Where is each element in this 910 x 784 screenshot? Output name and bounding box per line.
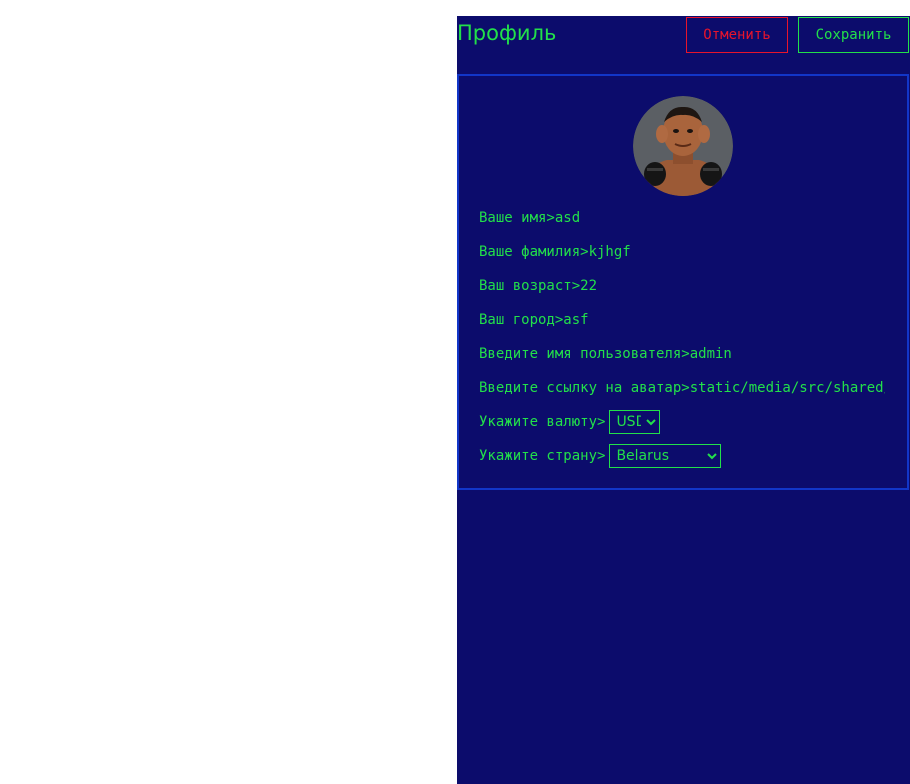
cancel-button[interactable]: Отменить: [686, 17, 788, 53]
profile-page: Профиль Отменить Сохранить Ваше имя> asd…: [457, 16, 910, 784]
avatar: [633, 96, 733, 196]
country-row: Укажите страну> Belarus: [479, 444, 885, 468]
age-input[interactable]: [580, 278, 885, 294]
currency-label: Укажите валюту>: [479, 414, 606, 430]
age-label: Ваш возраст>: [479, 278, 581, 294]
avatar-url-row: Введите ссылку на аватар>: [479, 376, 885, 400]
age-row: Ваш возраст>: [479, 274, 885, 298]
first-name-label: Ваше имя>: [479, 210, 555, 226]
save-button[interactable]: Сохранить: [798, 17, 909, 53]
city-input[interactable]: [563, 312, 885, 328]
city-row: Ваш город>: [479, 308, 885, 332]
currency-select[interactable]: USD: [609, 410, 661, 434]
last-name-row: Ваше фамилия>: [479, 240, 885, 264]
avatar-image: [633, 96, 733, 196]
profile-card: Ваше имя> Ваше фамилия> Ваш возраст> Ваш…: [457, 74, 909, 490]
username-row: Введите имя пользователя>: [479, 342, 885, 366]
country-select[interactable]: Belarus: [609, 444, 722, 468]
city-label: Ваш город>: [479, 312, 564, 328]
first-name-input[interactable]: [554, 210, 885, 226]
page-title: Профиль: [457, 21, 557, 45]
avatar-url-label: Введите ссылку на аватар>: [479, 380, 690, 396]
last-name-input[interactable]: [588, 244, 885, 260]
last-name-label: Ваше фамилия>: [479, 244, 589, 260]
currency-row: Укажите валюту> USD: [479, 410, 885, 434]
username-input[interactable]: [689, 346, 885, 362]
first-name-row: Ваше имя>: [479, 206, 885, 230]
avatar-url-input[interactable]: [689, 380, 885, 396]
username-label: Введите имя пользователя>: [479, 346, 690, 362]
country-label: Укажите страну>: [479, 448, 606, 464]
